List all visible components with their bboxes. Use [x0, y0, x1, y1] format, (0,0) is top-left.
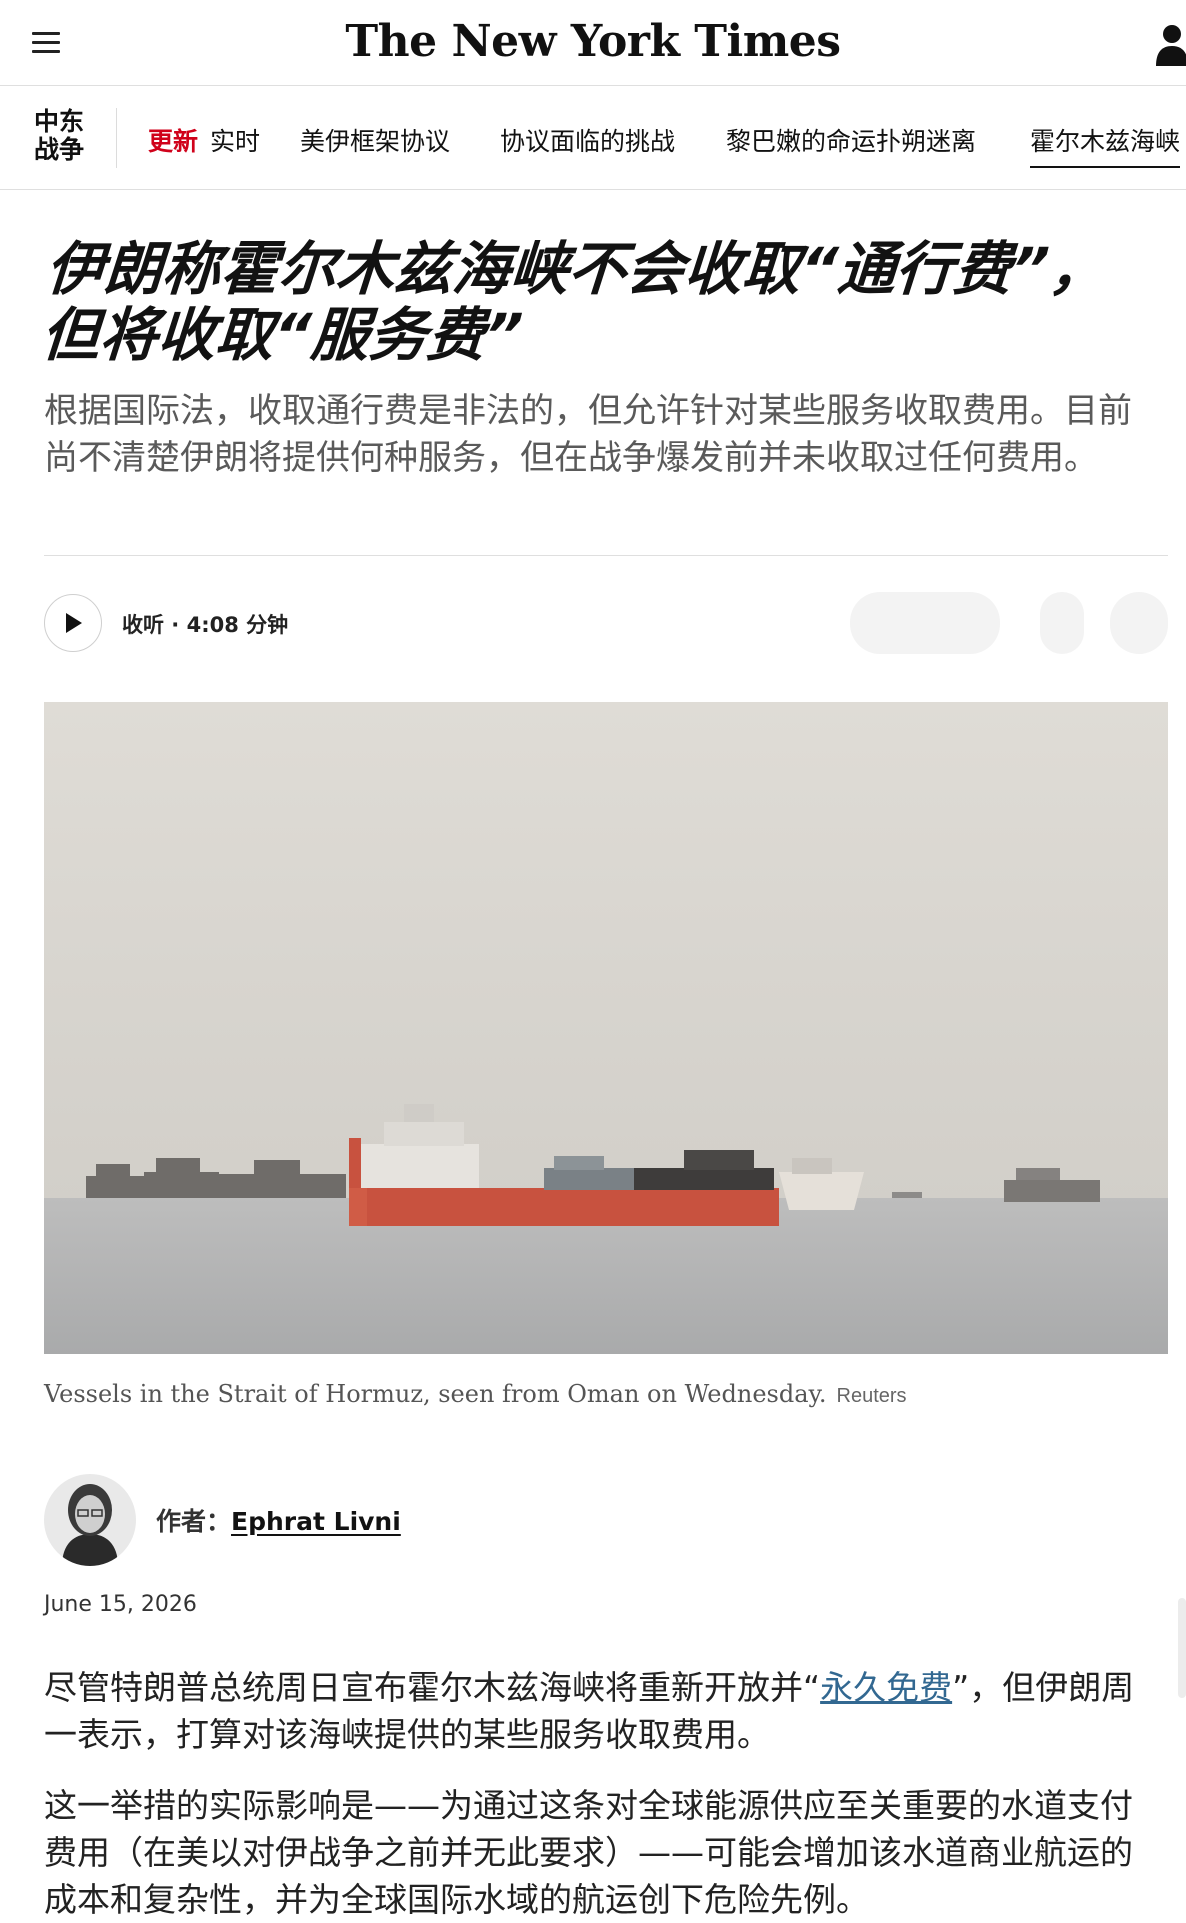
body-paragraph: 尽管特朗普总统周日宣布霍尔木兹海峡将重新开放并“永久免费”，但伊朗周一表示，打算…: [44, 1664, 1160, 1758]
nav-item-framework-agreement[interactable]: 美伊框架协议: [300, 122, 450, 158]
save-button[interactable]: [1110, 592, 1168, 654]
caption-text: Vessels in the Strait of Hormuz, seen fr…: [44, 1380, 827, 1408]
nav-item-hormuz[interactable]: 霍尔木兹海峡: [1030, 122, 1181, 168]
gift-button[interactable]: [1040, 592, 1084, 654]
nav-item-lebanon[interactable]: 黎巴嫩的命运扑朔迷离: [726, 122, 976, 158]
author-link[interactable]: Ephrat Livni: [231, 1507, 401, 1536]
publish-date: June 15, 2026: [44, 1592, 197, 1617]
article-summary: 根据国际法，收取通行费是非法的，但允许针对某些服务收取费用。目前尚不清楚伊朗将提…: [44, 391, 1132, 478]
play-audio-button[interactable]: [44, 594, 102, 652]
nav-item-live[interactable]: 更新 实时: [148, 122, 260, 158]
photo-caption: Vessels in the Strait of Hormuz, seen fr…: [44, 1380, 1164, 1408]
share-button[interactable]: [850, 592, 1000, 654]
divider: [44, 555, 1168, 556]
nyt-logo[interactable]: The New York Times: [0, 16, 1186, 67]
section-label[interactable]: 中东战争: [34, 108, 90, 164]
headline: 伊朗称霍尔木兹海峡不会收取“通行费”，但将收取“服务费”: [39, 235, 1110, 369]
body-paragraph: 这一举措的实际影响是——为通过这条对全球能源供应至关重要的水道支付费用（在美以对…: [44, 1786, 1133, 1919]
masthead: The New York Times: [0, 0, 1186, 86]
nav-item-agreement-challenges[interactable]: 协议面临的挑战: [500, 122, 675, 158]
account-icon[interactable]: [1150, 22, 1186, 66]
scrollbar[interactable]: [1178, 1598, 1186, 1698]
byline-prefix: 作者：: [156, 1507, 232, 1536]
play-icon: [66, 613, 82, 633]
lead-photo: [44, 702, 1168, 1354]
listen-duration: 收听 · 4:08 分钟: [122, 613, 289, 637]
author-avatar[interactable]: [44, 1474, 136, 1566]
nav-item-label: 实时: [210, 127, 261, 156]
section-nav: 中东战争 更新 实时 美伊框架协议 协议面临的挑战 黎巴嫩的命运扑朔迷离 霍尔木兹…: [0, 86, 1186, 190]
photo-credit: Reuters: [836, 1385, 907, 1407]
byline: 作者：Ephrat Livni: [156, 1502, 401, 1538]
free-forever-link[interactable]: 永久免费: [820, 1668, 952, 1707]
update-badge: 更新: [148, 127, 199, 156]
paragraph-text: 尽管特朗普总统周日宣布霍尔木兹海峡将重新开放并“: [44, 1668, 821, 1707]
nav-divider: [116, 108, 117, 168]
